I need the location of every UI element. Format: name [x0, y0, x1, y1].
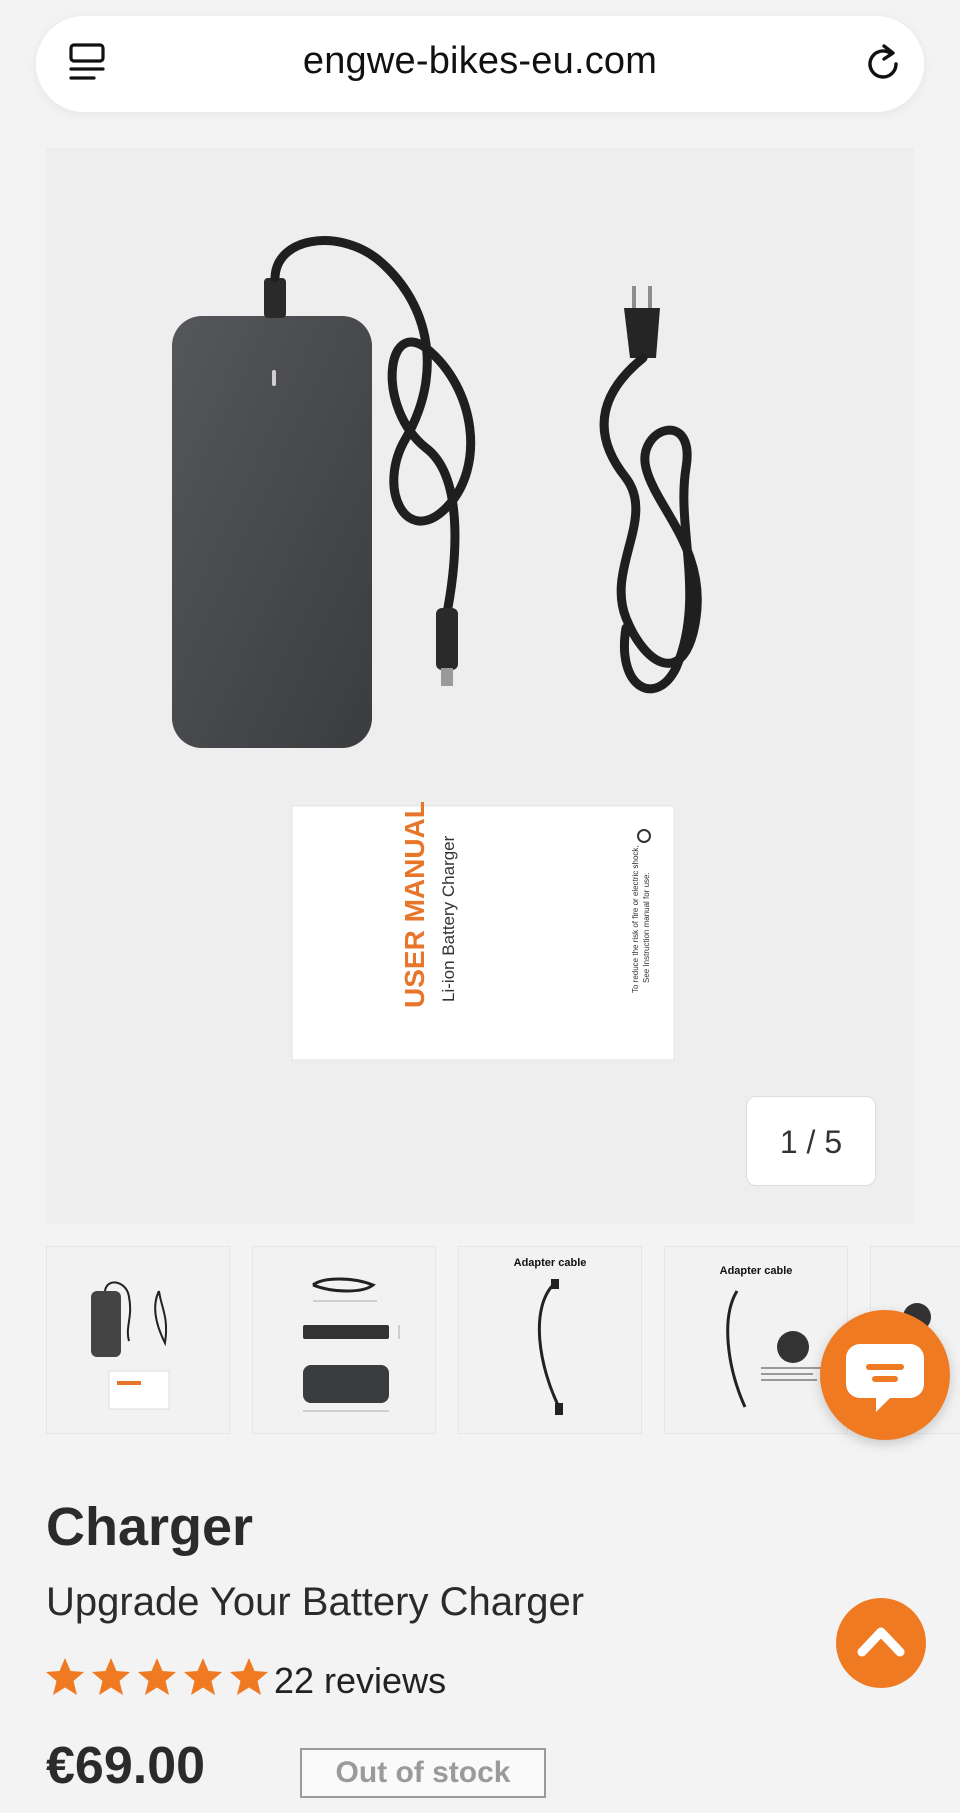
product-subtitle: Upgrade Your Battery Charger — [46, 1580, 585, 1624]
rating-stars-icon — [46, 1658, 268, 1695]
address-bar[interactable]: engwe-bikes-eu.com — [36, 16, 924, 112]
thumbnail-charger-kit-image — [91, 1281, 170, 1410]
product-price: €69.00 — [46, 1737, 206, 1795]
manual-note-2: See Instruction manual for use. — [642, 872, 651, 983]
manual-note-1: To reduce the risk of fire or electric s… — [631, 845, 640, 993]
manual-title: USER MANUAL — [399, 801, 430, 1008]
chevron-up-icon — [857, 1627, 905, 1657]
thumbnail-dimensions-image — [303, 1277, 400, 1412]
product-title: Charger — [46, 1497, 254, 1557]
reload-icon[interactable] — [862, 42, 906, 86]
thumbnail-3[interactable]: Adapter cable — [458, 1246, 642, 1434]
image-counter: 1 / 5 — [746, 1096, 876, 1186]
scroll-to-top-button[interactable] — [836, 1598, 926, 1688]
url-text[interactable]: engwe-bikes-eu.com — [36, 40, 924, 83]
chat-button[interactable] — [820, 1310, 950, 1440]
product-image-gallery[interactable]: USER MANUAL Li-ion Battery Charger To re… — [46, 148, 914, 1224]
reviews-count-link[interactable]: 22 reviews — [274, 1660, 446, 1702]
charger-product-photo: USER MANUAL Li-ion Battery Charger To re… — [172, 236, 702, 1061]
thumbnail-1[interactable] — [46, 1246, 230, 1434]
stock-status-badge: Out of stock — [300, 1748, 546, 1798]
chat-bubble-icon — [846, 1344, 924, 1412]
thumbnail-adapter-cable-image — [537, 1279, 563, 1415]
manual-subtitle: Li-ion Battery Charger — [439, 835, 458, 1002]
browser-top-bar: engwe-bikes-eu.com — [0, 0, 960, 140]
thumbnail-2[interactable] — [252, 1246, 436, 1434]
